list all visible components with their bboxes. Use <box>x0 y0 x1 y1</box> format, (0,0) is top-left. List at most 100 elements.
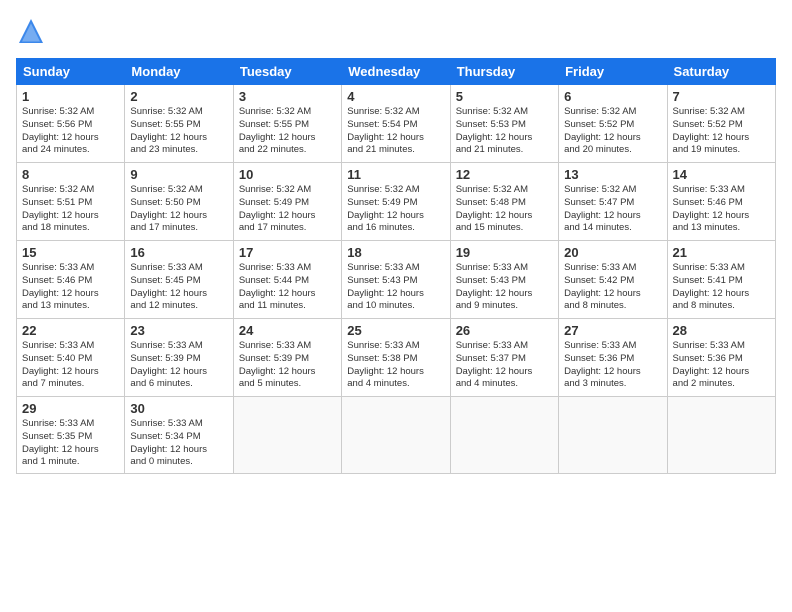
day-number: 12 <box>456 167 553 182</box>
calendar-cell: 26 Sunrise: 5:33 AM Sunset: 5:37 PM Dayli… <box>450 319 558 397</box>
header <box>16 16 776 46</box>
day-info: Sunrise: 5:33 AM Sunset: 5:38 PM Dayligh… <box>347 340 444 391</box>
day-number: 22 <box>22 323 119 338</box>
calendar-week-2: 8 Sunrise: 5:32 AM Sunset: 5:51 PM Daylig… <box>17 163 776 241</box>
calendar-week-5: 29 Sunrise: 5:33 AM Sunset: 5:35 PM Dayli… <box>17 397 776 474</box>
day-info: Sunrise: 5:32 AM Sunset: 5:49 PM Dayligh… <box>347 184 444 235</box>
calendar-cell <box>450 397 558 474</box>
day-info: Sunrise: 5:33 AM Sunset: 5:43 PM Dayligh… <box>456 262 553 313</box>
day-info: Sunrise: 5:33 AM Sunset: 5:43 PM Dayligh… <box>347 262 444 313</box>
day-number: 8 <box>22 167 119 182</box>
day-number: 4 <box>347 89 444 104</box>
calendar-cell: 29 Sunrise: 5:33 AM Sunset: 5:35 PM Dayli… <box>17 397 125 474</box>
calendar-cell: 7Sunrise: 5:32 AM Sunset: 5:52 PM Daylig… <box>667 85 775 163</box>
day-info: Sunrise: 5:32 AM Sunset: 5:47 PM Dayligh… <box>564 184 661 235</box>
day-number: 11 <box>347 167 444 182</box>
calendar-cell: 8 Sunrise: 5:32 AM Sunset: 5:51 PM Daylig… <box>17 163 125 241</box>
day-info: Sunrise: 5:33 AM Sunset: 5:45 PM Dayligh… <box>130 262 227 313</box>
calendar-cell: 13 Sunrise: 5:32 AM Sunset: 5:47 PM Dayli… <box>559 163 667 241</box>
calendar-cell: 6Sunrise: 5:32 AM Sunset: 5:52 PM Daylig… <box>559 85 667 163</box>
weekday-header-saturday: Saturday <box>667 59 775 85</box>
day-info: Sunrise: 5:33 AM Sunset: 5:39 PM Dayligh… <box>239 340 336 391</box>
day-number: 29 <box>22 401 119 416</box>
day-info: Sunrise: 5:32 AM Sunset: 5:48 PM Dayligh… <box>456 184 553 235</box>
day-info: Sunrise: 5:32 AM Sunset: 5:51 PM Dayligh… <box>22 184 119 235</box>
day-number: 19 <box>456 245 553 260</box>
day-info: Sunrise: 5:33 AM Sunset: 5:44 PM Dayligh… <box>239 262 336 313</box>
day-info: Sunrise: 5:32 AM Sunset: 5:55 PM Dayligh… <box>239 106 336 157</box>
calendar-cell: 2 Sunrise: 5:32 AM Sunset: 5:55 PM Daylig… <box>125 85 233 163</box>
day-info: Sunrise: 5:33 AM Sunset: 5:37 PM Dayligh… <box>456 340 553 391</box>
calendar-table: SundayMondayTuesdayWednesdayThursdayFrid… <box>16 58 776 474</box>
day-info: Sunrise: 5:33 AM Sunset: 5:46 PM Dayligh… <box>673 184 770 235</box>
calendar-cell: 10Sunrise: 5:32 AM Sunset: 5:49 PM Dayli… <box>233 163 341 241</box>
weekday-header-tuesday: Tuesday <box>233 59 341 85</box>
day-info: Sunrise: 5:32 AM Sunset: 5:52 PM Dayligh… <box>673 106 770 157</box>
calendar-cell <box>342 397 450 474</box>
day-number: 9 <box>130 167 227 182</box>
day-info: Sunrise: 5:33 AM Sunset: 5:39 PM Dayligh… <box>130 340 227 391</box>
calendar-cell: 20 Sunrise: 5:33 AM Sunset: 5:42 PM Dayli… <box>559 241 667 319</box>
calendar-cell: 30 Sunrise: 5:33 AM Sunset: 5:34 PM Dayli… <box>125 397 233 474</box>
day-info: Sunrise: 5:33 AM Sunset: 5:35 PM Dayligh… <box>22 418 119 469</box>
day-info: Sunrise: 5:33 AM Sunset: 5:41 PM Dayligh… <box>673 262 770 313</box>
weekday-header-thursday: Thursday <box>450 59 558 85</box>
calendar-cell: 5 Sunrise: 5:32 AM Sunset: 5:53 PM Daylig… <box>450 85 558 163</box>
calendar-cell: 17 Sunrise: 5:33 AM Sunset: 5:44 PM Dayli… <box>233 241 341 319</box>
day-number: 6 <box>564 89 661 104</box>
day-number: 28 <box>673 323 770 338</box>
calendar-cell: 21 Sunrise: 5:33 AM Sunset: 5:41 PM Dayli… <box>667 241 775 319</box>
day-number: 21 <box>673 245 770 260</box>
day-info: Sunrise: 5:32 AM Sunset: 5:50 PM Dayligh… <box>130 184 227 235</box>
calendar-cell: 24 Sunrise: 5:33 AM Sunset: 5:39 PM Dayli… <box>233 319 341 397</box>
day-info: Sunrise: 5:33 AM Sunset: 5:42 PM Dayligh… <box>564 262 661 313</box>
day-number: 30 <box>130 401 227 416</box>
day-number: 27 <box>564 323 661 338</box>
day-info: Sunrise: 5:32 AM Sunset: 5:53 PM Dayligh… <box>456 106 553 157</box>
day-number: 24 <box>239 323 336 338</box>
calendar-week-1: 1 Sunrise: 5:32 AM Sunset: 5:56 PM Daylig… <box>17 85 776 163</box>
day-number: 16 <box>130 245 227 260</box>
logo <box>16 16 50 46</box>
day-number: 5 <box>456 89 553 104</box>
day-info: Sunrise: 5:32 AM Sunset: 5:55 PM Dayligh… <box>130 106 227 157</box>
day-number: 23 <box>130 323 227 338</box>
calendar-cell: 23 Sunrise: 5:33 AM Sunset: 5:39 PM Dayli… <box>125 319 233 397</box>
weekday-header-row: SundayMondayTuesdayWednesdayThursdayFrid… <box>17 59 776 85</box>
calendar-cell: 1 Sunrise: 5:32 AM Sunset: 5:56 PM Daylig… <box>17 85 125 163</box>
calendar-cell: 18 Sunrise: 5:33 AM Sunset: 5:43 PM Dayli… <box>342 241 450 319</box>
day-info: Sunrise: 5:33 AM Sunset: 5:40 PM Dayligh… <box>22 340 119 391</box>
day-number: 20 <box>564 245 661 260</box>
day-number: 14 <box>673 167 770 182</box>
page: SundayMondayTuesdayWednesdayThursdayFrid… <box>0 0 792 612</box>
weekday-header-sunday: Sunday <box>17 59 125 85</box>
day-number: 15 <box>22 245 119 260</box>
calendar-cell: 28 Sunrise: 5:33 AM Sunset: 5:36 PM Dayli… <box>667 319 775 397</box>
calendar-cell: 27 Sunrise: 5:33 AM Sunset: 5:36 PM Dayli… <box>559 319 667 397</box>
day-info: Sunrise: 5:32 AM Sunset: 5:56 PM Dayligh… <box>22 106 119 157</box>
calendar-cell <box>667 397 775 474</box>
calendar-cell: 15Sunrise: 5:33 AM Sunset: 5:46 PM Dayli… <box>17 241 125 319</box>
day-number: 13 <box>564 167 661 182</box>
day-number: 2 <box>130 89 227 104</box>
day-info: Sunrise: 5:32 AM Sunset: 5:54 PM Dayligh… <box>347 106 444 157</box>
calendar-cell: 9 Sunrise: 5:32 AM Sunset: 5:50 PM Daylig… <box>125 163 233 241</box>
day-info: Sunrise: 5:33 AM Sunset: 5:36 PM Dayligh… <box>564 340 661 391</box>
day-number: 26 <box>456 323 553 338</box>
weekday-header-friday: Friday <box>559 59 667 85</box>
day-info: Sunrise: 5:33 AM Sunset: 5:34 PM Dayligh… <box>130 418 227 469</box>
calendar-cell <box>233 397 341 474</box>
calendar-cell: 4 Sunrise: 5:32 AM Sunset: 5:54 PM Daylig… <box>342 85 450 163</box>
day-number: 25 <box>347 323 444 338</box>
day-number: 18 <box>347 245 444 260</box>
calendar-cell: 14 Sunrise: 5:33 AM Sunset: 5:46 PM Dayli… <box>667 163 775 241</box>
calendar-cell <box>559 397 667 474</box>
day-number: 3 <box>239 89 336 104</box>
weekday-header-wednesday: Wednesday <box>342 59 450 85</box>
day-number: 17 <box>239 245 336 260</box>
calendar-cell: 12 Sunrise: 5:32 AM Sunset: 5:48 PM Dayli… <box>450 163 558 241</box>
day-info: Sunrise: 5:33 AM Sunset: 5:36 PM Dayligh… <box>673 340 770 391</box>
calendar-cell: 19 Sunrise: 5:33 AM Sunset: 5:43 PM Dayli… <box>450 241 558 319</box>
day-number: 1 <box>22 89 119 104</box>
calendar-cell: 11 Sunrise: 5:32 AM Sunset: 5:49 PM Dayli… <box>342 163 450 241</box>
